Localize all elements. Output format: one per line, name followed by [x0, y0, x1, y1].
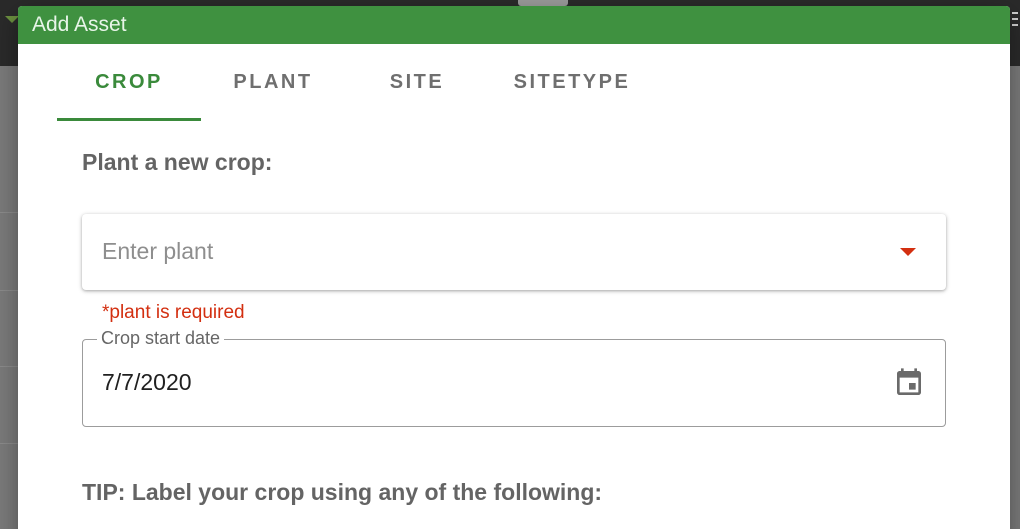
- active-tab-indicator: [57, 118, 201, 121]
- tab-site[interactable]: SITE: [345, 44, 489, 121]
- background-divider: [0, 290, 18, 291]
- dialog-title: Add Asset: [18, 6, 1010, 44]
- plant-required-error: *plant is required: [102, 302, 245, 323]
- crop-start-date-label: Crop start date: [97, 328, 225, 349]
- crop-start-date-value[interactable]: 7/7/2020: [102, 369, 192, 396]
- label-tip: TIP: Label your crop using any of the fo…: [82, 479, 603, 505]
- calendar-icon[interactable]: [893, 367, 925, 399]
- crop-start-date-field[interactable]: Crop start date 7/7/2020: [82, 328, 946, 427]
- tab-crop[interactable]: CROP: [57, 44, 201, 121]
- background-divider: [0, 443, 18, 444]
- asset-type-tabs: CROP PLANT SITE SITETYPE: [18, 44, 1010, 121]
- background-menu-icon: [1012, 12, 1018, 30]
- background-arrow-icon: [5, 16, 19, 23]
- tab-plant[interactable]: PLANT: [201, 44, 345, 121]
- plant-select-placeholder: Enter plant: [102, 238, 214, 264]
- plant-select[interactable]: Enter plant: [82, 214, 946, 290]
- caret-down-icon[interactable]: [900, 248, 916, 256]
- add-asset-dialog: Add Asset CROP PLANT SITE SITETYPE Plant…: [18, 6, 1010, 529]
- crop-form-heading: Plant a new crop:: [82, 149, 273, 175]
- background-divider: [0, 212, 18, 213]
- tab-sitetype[interactable]: SITETYPE: [489, 44, 655, 121]
- background-divider: [0, 366, 18, 367]
